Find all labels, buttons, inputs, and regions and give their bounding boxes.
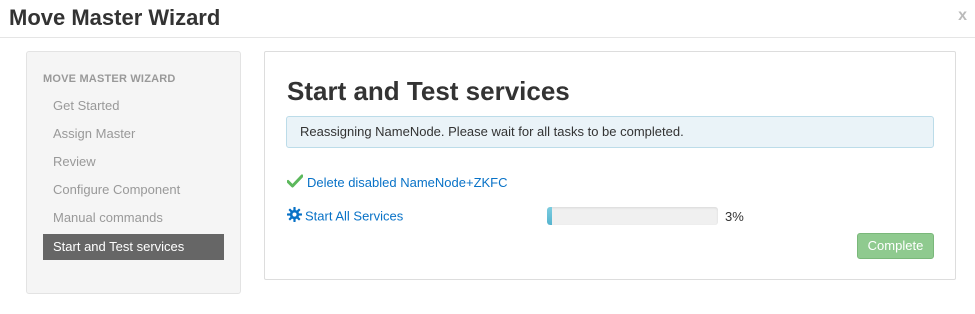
wizard-sidebar: MOVE MASTER WIZARD Get Started Assign Ma… (26, 51, 241, 294)
sidebar-item-manual-commands[interactable]: Manual commands (43, 205, 224, 233)
task-row-delete-namenode: Delete disabled NameNode+ZKFC (286, 174, 508, 191)
gear-icon (287, 207, 302, 225)
info-alert: Reassigning NameNode. Please wait for al… (286, 116, 934, 148)
sidebar-steps: Get Started Assign Master Review Configu… (43, 93, 224, 260)
check-icon (286, 174, 304, 191)
modal-header: Move Master Wizard x (0, 0, 975, 38)
task-link-delete-namenode[interactable]: Delete disabled NameNode+ZKFC (307, 175, 508, 190)
modal-title: Move Master Wizard (9, 5, 221, 30)
progress-percent: 3% (725, 209, 744, 224)
progress-fill (547, 207, 553, 225)
progress-bar (547, 207, 718, 225)
close-button[interactable]: x (958, 8, 967, 24)
sidebar-item-configure-component[interactable]: Configure Component (43, 177, 224, 205)
sidebar-header: MOVE MASTER WIZARD (43, 73, 176, 85)
sidebar-item-review[interactable]: Review (43, 149, 224, 177)
sidebar-item-start-and-test-services[interactable]: Start and Test services (43, 234, 224, 260)
task-row-start-all-services: Start All Services (287, 207, 403, 225)
sidebar-item-get-started[interactable]: Get Started (43, 93, 224, 121)
complete-button[interactable]: Complete (857, 233, 934, 259)
page-title: Start and Test services (287, 76, 570, 106)
sidebar-item-assign-master[interactable]: Assign Master (43, 121, 224, 149)
task-link-start-all-services[interactable]: Start All Services (305, 209, 403, 224)
step-content: Start and Test services Reassigning Name… (264, 51, 956, 280)
